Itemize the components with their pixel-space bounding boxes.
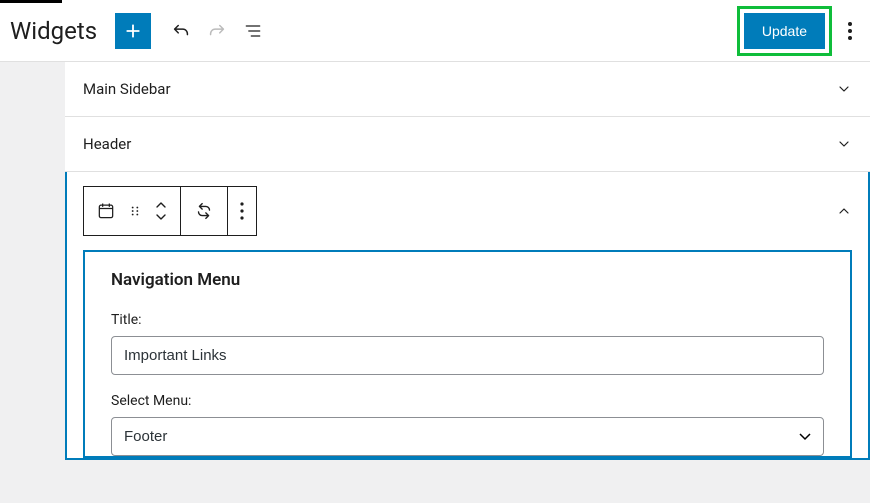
page-title: Widgets [10, 17, 97, 45]
list-view-button[interactable] [235, 13, 271, 49]
navigation-menu-widget: Navigation Menu Title: Select Menu: Foot… [83, 250, 852, 458]
area-label: Main Sidebar [83, 80, 171, 98]
settings-button[interactable] [840, 22, 860, 40]
block-type-button[interactable] [84, 187, 181, 235]
widget-area-main-sidebar[interactable]: Main Sidebar [65, 62, 870, 117]
calendar-icon [96, 201, 116, 221]
widget-area-expanded: Navigation Menu Title: Select Menu: Foot… [65, 172, 870, 460]
chevron-up-icon[interactable] [836, 203, 852, 219]
undo-button[interactable] [163, 13, 199, 49]
admin-bar-fragment [0, 0, 62, 3]
transform-icon [193, 200, 215, 222]
chevron-down-icon [836, 81, 852, 97]
more-vertical-icon [240, 202, 244, 220]
add-block-button[interactable] [115, 13, 151, 49]
transform-button[interactable] [181, 187, 228, 235]
move-up-down-icon [154, 199, 168, 223]
chevron-down-icon [836, 136, 852, 152]
drag-handle-icon [128, 204, 142, 218]
widget-heading: Navigation Menu [111, 270, 824, 290]
title-label: Title: [111, 312, 824, 328]
title-input[interactable] [111, 336, 824, 375]
update-highlight: Update [737, 6, 832, 56]
select-menu-label: Select Menu: [111, 393, 824, 409]
select-menu-dropdown[interactable]: Footer [111, 417, 824, 456]
more-options-button[interactable] [228, 187, 256, 235]
block-toolbar [83, 186, 257, 236]
redo-button[interactable] [199, 13, 235, 49]
area-label: Header [83, 135, 131, 153]
widget-area-header[interactable]: Header [65, 117, 870, 172]
update-button[interactable]: Update [744, 13, 825, 49]
